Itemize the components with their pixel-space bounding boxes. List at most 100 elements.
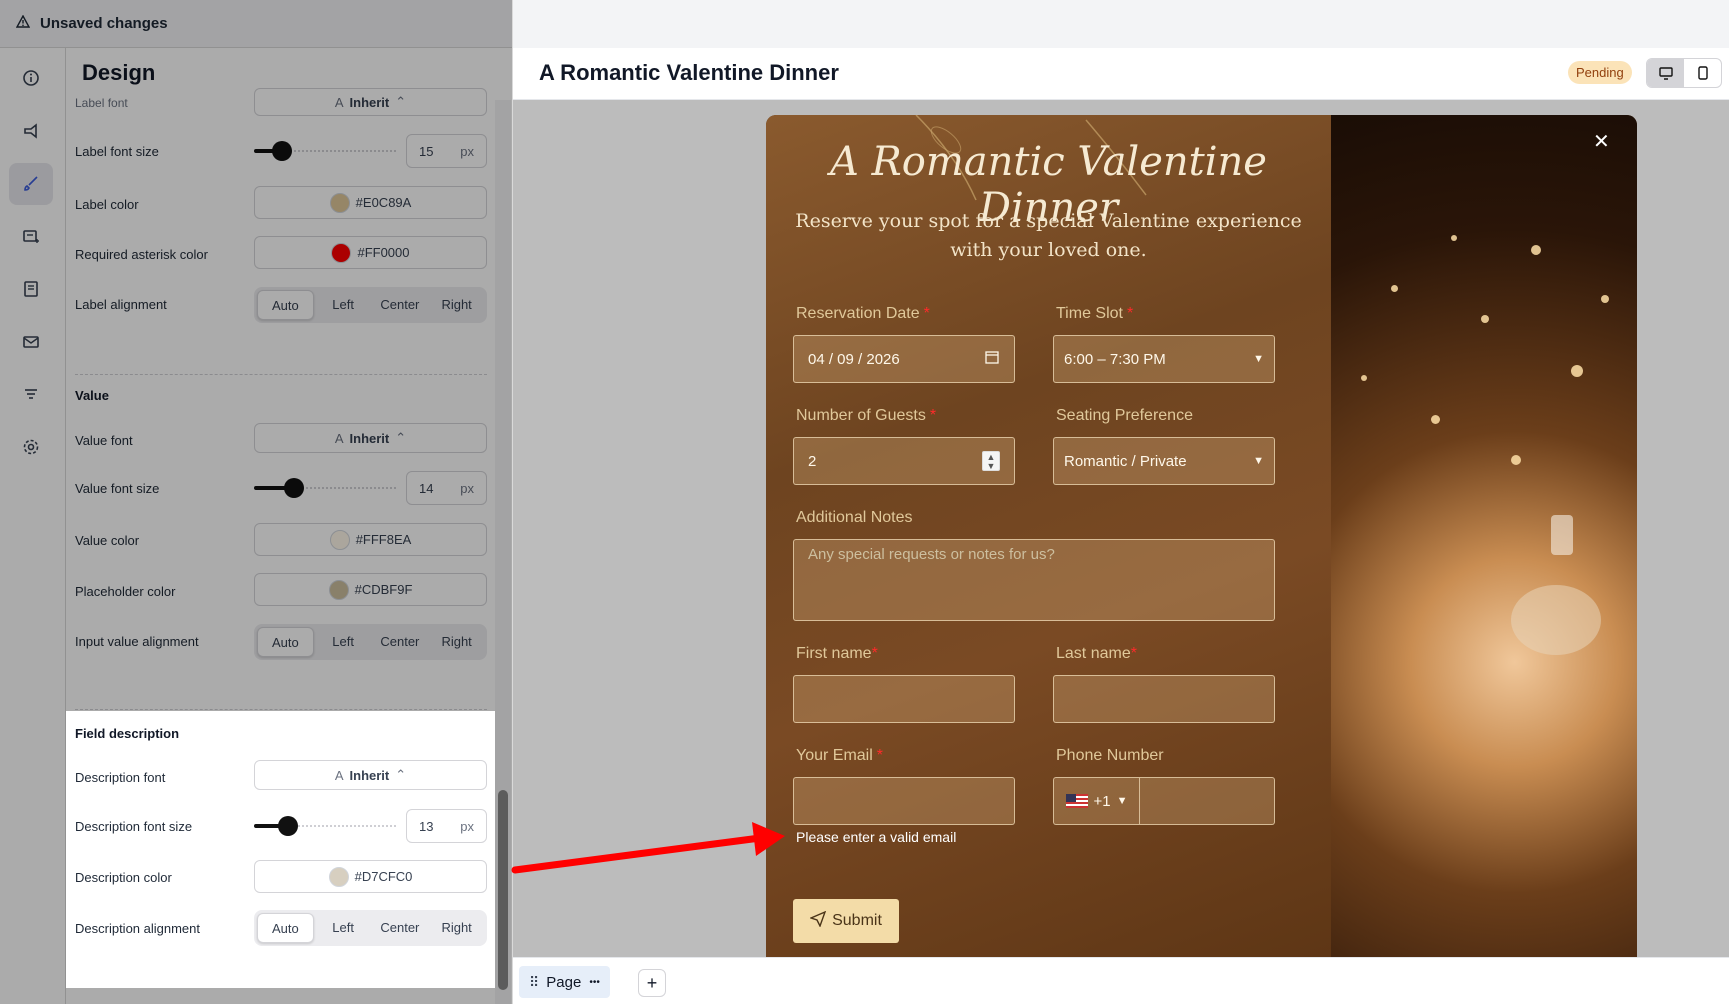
last-name-label: Last name* bbox=[1056, 645, 1137, 662]
notes-textarea[interactable]: Any special requests or notes for us? bbox=[793, 539, 1275, 621]
add-page-button[interactable]: + bbox=[638, 969, 666, 997]
section-divider bbox=[75, 709, 487, 710]
placeholder-color-label: Placeholder color bbox=[75, 584, 176, 599]
desktop-icon[interactable] bbox=[1647, 59, 1684, 87]
input-alignment-toggle[interactable]: Auto Left Center Right bbox=[254, 624, 487, 660]
unit-label: px bbox=[460, 143, 474, 159]
value-color-picker[interactable]: #FFF8EA bbox=[254, 523, 487, 556]
drag-handle-icon[interactable]: ⠿ bbox=[529, 974, 539, 991]
reservation-date-label: Reservation Date * bbox=[796, 305, 930, 322]
label-alignment-label: Label alignment bbox=[75, 297, 167, 312]
page-tab[interactable]: ⠿ Page ••• bbox=[519, 966, 610, 998]
align-center[interactable]: Center bbox=[373, 913, 428, 943]
time-slot-select[interactable]: 6:00 – 7:30 PM ▼ bbox=[1053, 335, 1275, 383]
description-font-select[interactable]: A Inherit ⌃ bbox=[254, 760, 487, 790]
label-alignment-toggle[interactable]: Auto Left Center Right bbox=[254, 287, 487, 323]
description-font-size-value: 13 bbox=[419, 818, 434, 834]
status-badge: Pending bbox=[1568, 61, 1632, 84]
required-color-picker[interactable]: #FF0000 bbox=[254, 236, 487, 269]
megaphone-icon[interactable] bbox=[9, 110, 53, 152]
label-font-size-input[interactable]: 15 px bbox=[406, 134, 487, 168]
brush-icon[interactable] bbox=[9, 163, 53, 205]
align-left[interactable]: Left bbox=[316, 627, 371, 657]
seating-select[interactable]: Romantic / Private ▼ bbox=[1053, 437, 1275, 485]
notes-icon[interactable] bbox=[9, 268, 53, 310]
color-swatch bbox=[329, 529, 350, 550]
description-color-picker[interactable]: #D7CFC0 bbox=[254, 860, 487, 893]
first-name-input[interactable] bbox=[793, 675, 1015, 723]
unit-label: px bbox=[460, 818, 474, 834]
align-auto[interactable]: Auto bbox=[257, 627, 314, 657]
mail-icon[interactable] bbox=[9, 321, 53, 363]
panel-scroll-thumb[interactable] bbox=[498, 790, 508, 990]
description-alignment-toggle[interactable]: Auto Left Center Right bbox=[254, 910, 487, 946]
phone-input[interactable]: +1 ▼ bbox=[1053, 777, 1275, 825]
label-font-select[interactable]: A Inherit ⌃ bbox=[254, 88, 487, 116]
side-rail bbox=[0, 48, 66, 1004]
align-right[interactable]: Right bbox=[429, 290, 484, 320]
placeholder-color-picker[interactable]: #CDBF9F bbox=[254, 573, 487, 606]
form-icon[interactable] bbox=[9, 216, 53, 258]
stepper-icon[interactable]: ▲ ▼ bbox=[982, 451, 1000, 471]
description-font-size-input[interactable]: 13 px bbox=[406, 809, 487, 843]
time-slot-label: Time Slot * bbox=[1056, 305, 1134, 322]
design-panel: Unsaved changes Design Label font A Inhe… bbox=[0, 0, 513, 1004]
reservation-date-value: 04 / 09 / 2026 bbox=[808, 350, 900, 368]
guests-label: Number of Guests * bbox=[796, 407, 937, 424]
value-font-size-value: 14 bbox=[419, 480, 434, 496]
value-font-size-slider[interactable] bbox=[254, 476, 396, 500]
country-code-select[interactable]: +1 ▼ bbox=[1054, 778, 1140, 824]
color-swatch bbox=[329, 192, 350, 213]
color-swatch bbox=[331, 242, 352, 263]
notes-label: Additional Notes bbox=[796, 509, 913, 526]
align-auto[interactable]: Auto bbox=[257, 913, 314, 943]
label-color-value: #E0C89A bbox=[355, 195, 412, 210]
description-section-heading: Field description bbox=[75, 726, 180, 741]
email-input[interactable] bbox=[793, 777, 1015, 825]
description-font-value: Inherit bbox=[349, 767, 390, 783]
align-center[interactable]: Center bbox=[373, 627, 428, 657]
form-title: A Romantic Valentine Dinner bbox=[539, 60, 839, 85]
value-font-select[interactable]: A Inherit ⌃ bbox=[254, 423, 487, 453]
close-icon[interactable]: ✕ bbox=[1593, 129, 1610, 154]
mobile-icon[interactable] bbox=[1684, 59, 1721, 87]
preview-topbar bbox=[513, 0, 1729, 48]
align-left[interactable]: Left bbox=[316, 913, 371, 943]
description-color-value: #D7CFC0 bbox=[354, 869, 413, 884]
input-alignment-label: Input value alignment bbox=[75, 634, 199, 649]
chevron-down-icon: ▼ bbox=[1253, 353, 1264, 365]
notes-placeholder: Any special requests or notes for us? bbox=[808, 546, 1055, 563]
info-icon[interactable] bbox=[9, 57, 53, 99]
last-name-input[interactable] bbox=[1053, 675, 1275, 723]
calendar-icon[interactable] bbox=[984, 349, 1000, 369]
color-swatch bbox=[328, 866, 349, 887]
unsaved-changes-bar: Unsaved changes bbox=[0, 0, 512, 48]
dinner-table-photo bbox=[1331, 115, 1637, 957]
submit-label: Submit bbox=[832, 912, 882, 929]
label-color-label: Label color bbox=[75, 197, 139, 212]
label-color-picker[interactable]: #E0C89A bbox=[254, 186, 487, 219]
description-font-label: Description font bbox=[75, 770, 166, 785]
align-right[interactable]: Right bbox=[429, 627, 484, 657]
align-right[interactable]: Right bbox=[429, 913, 484, 943]
label-font-label: Label font bbox=[75, 96, 128, 110]
reservation-date-input[interactable]: 04 / 09 / 2026 bbox=[793, 335, 1015, 383]
guests-input[interactable]: 2 ▲ ▼ bbox=[793, 437, 1015, 485]
device-toggle[interactable] bbox=[1646, 58, 1722, 88]
gear-icon[interactable] bbox=[9, 426, 53, 468]
preview-area: A Romantic Valentine Dinner Pending ✕ A … bbox=[513, 0, 1729, 1004]
guests-value: 2 bbox=[808, 452, 817, 470]
value-font-size-input[interactable]: 14 px bbox=[406, 471, 487, 505]
label-font-size-slider[interactable] bbox=[254, 139, 396, 163]
more-icon[interactable]: ••• bbox=[589, 977, 600, 988]
label-font-size-label: Label font size bbox=[75, 144, 159, 159]
time-slot-value: 6:00 – 7:30 PM bbox=[1064, 350, 1166, 368]
filter-icon[interactable] bbox=[9, 373, 53, 415]
align-left[interactable]: Left bbox=[316, 290, 371, 320]
submit-button[interactable]: Submit bbox=[793, 899, 899, 943]
align-auto[interactable]: Auto bbox=[257, 290, 314, 320]
description-font-size-slider[interactable] bbox=[254, 814, 396, 838]
align-center[interactable]: Center bbox=[373, 290, 428, 320]
phone-label: Phone Number bbox=[1056, 747, 1164, 764]
seating-value: Romantic / Private bbox=[1064, 452, 1187, 470]
